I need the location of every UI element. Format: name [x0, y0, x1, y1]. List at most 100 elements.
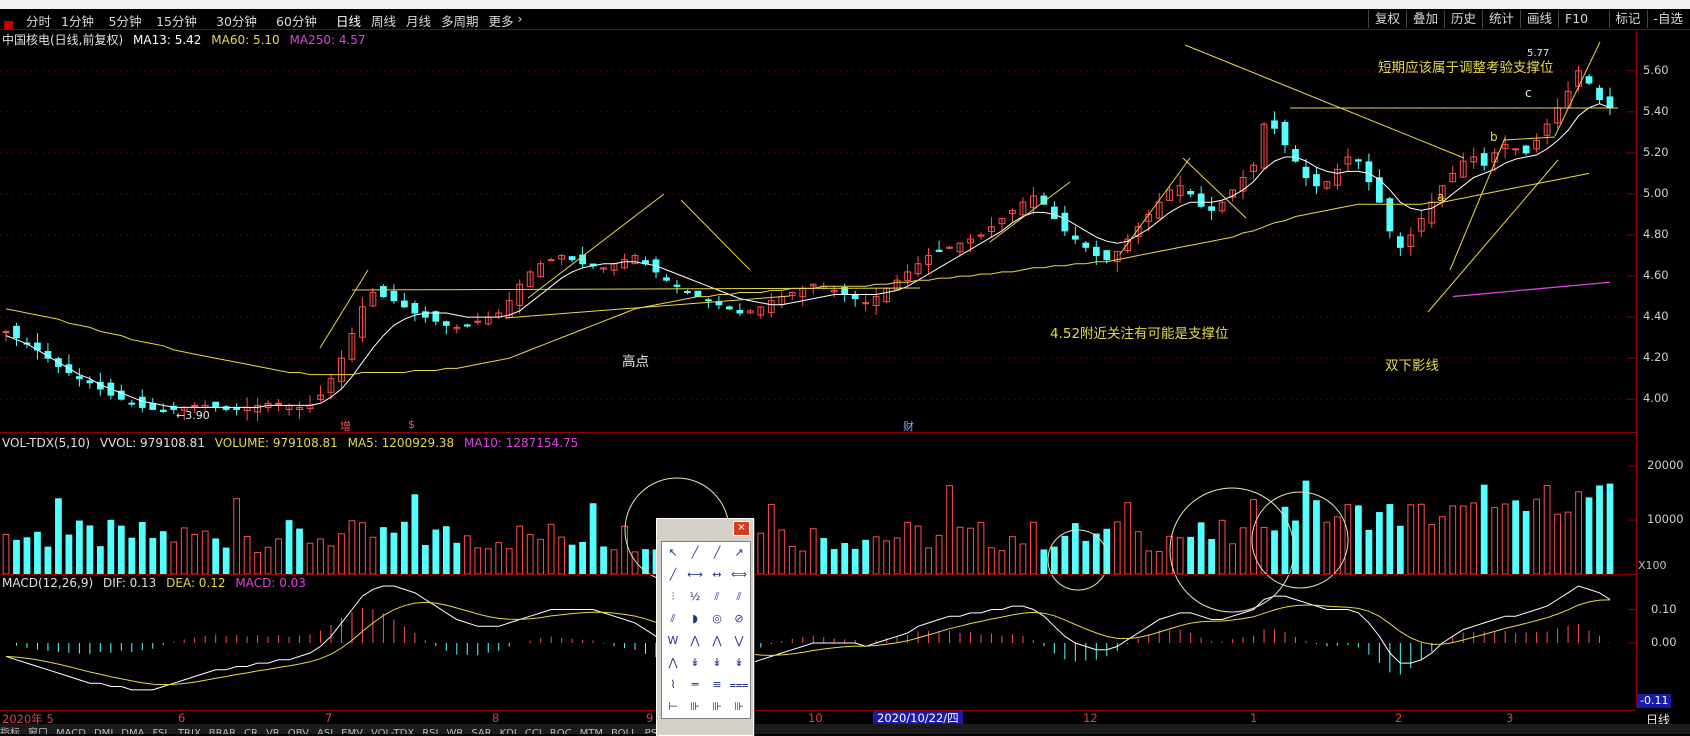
period-tab-0[interactable]: 分时 [26, 11, 51, 30]
ray-icon[interactable]: ╱ [706, 542, 728, 564]
fan-icon[interactable]: ⫽ [662, 608, 684, 630]
candle-body [76, 376, 83, 380]
price-tick-label: 5.00 [1643, 185, 1669, 200]
volume-bar [967, 527, 974, 575]
toolbar-button-3[interactable]: 统计 [1482, 10, 1520, 28]
indicator-tab-15[interactable]: WR [446, 728, 463, 734]
toolbar-button-6[interactable]: 标记 [1608, 10, 1647, 28]
fib-icon[interactable]: ≡ [706, 674, 728, 696]
wave-icon[interactable]: ⋁ [728, 630, 750, 652]
period-icon[interactable]: ⊪ [684, 696, 706, 718]
fan-icon[interactable]: ⫽ [728, 586, 750, 608]
line-icon[interactable]: ╱ [684, 542, 706, 564]
indicator-tab-11[interactable]: ASI [317, 728, 333, 734]
indicator-tab-8[interactable]: CR [244, 728, 258, 734]
period-tab-1[interactable]: 1分钟 [61, 11, 94, 30]
stock-chart[interactable] [0, 30, 1636, 724]
indicator-tab-18[interactable]: CCI [525, 728, 542, 734]
period-tab-7[interactable]: 周线 [371, 11, 396, 30]
period-icon[interactable]: ⊢ [662, 696, 684, 718]
volume-bar [1071, 523, 1079, 575]
indicator-tab-17[interactable]: KDJ [500, 728, 517, 734]
indicator-tab-13[interactable]: VOL-TDX [371, 728, 414, 734]
indicator-tab-21[interactable]: BOLL [611, 728, 637, 734]
panel-toggle-icon[interactable] [4, 21, 13, 30]
volume-bar [117, 525, 125, 575]
indicator-tab-2[interactable]: MACD [56, 728, 86, 734]
gann-icon[interactable]: ↡ [728, 652, 750, 674]
close-icon[interactable]: × [733, 521, 750, 536]
wave-icon[interactable]: ⋀ [684, 630, 706, 652]
event-marker-zeng[interactable]: 增 [340, 418, 351, 434]
date-axis-label: 8 [492, 711, 500, 725]
fan-icon[interactable]: ⫽ [706, 586, 728, 608]
arrow-line-icon[interactable]: ↗ [728, 542, 750, 564]
pointer-icon[interactable]: ↖ [662, 542, 684, 564]
candle-body [1092, 246, 1100, 257]
date-axis-label: 3 [1506, 711, 1514, 725]
palette-title-bar[interactable]: × [657, 519, 753, 536]
volume-bar [400, 521, 408, 575]
event-marker-cai[interactable]: 财 [903, 418, 914, 434]
period-tab-9[interactable]: 多周期 [441, 11, 479, 30]
indicator-tab-19[interactable]: ROC [550, 728, 572, 734]
chevron-right-icon[interactable]: › [518, 11, 523, 26]
period-tab-2[interactable]: 5分钟 [109, 11, 142, 30]
fib-icon[interactable]: ⩶ [728, 674, 750, 696]
period-tab-8[interactable]: 月线 [406, 11, 431, 30]
event-marker-dollar[interactable]: $ [408, 418, 415, 431]
trend-line [319, 269, 369, 349]
volume-bar [1092, 533, 1100, 575]
gann-icon[interactable]: ↡ [706, 652, 728, 674]
arc-icon[interactable]: ◗ [684, 608, 706, 630]
drawing-tool-palette[interactable]: × ↖ ╱ ╱ ↗ ╱ ⟷ ↔ ⟺ ⫶ ½ ⫽ ⫽ ⫽ ◗ ◎ ⊘ W ⋀ ⋀ ⋁ ⋀ ↡ ↡ ↡ ⌇ ═ ≡ ⩶ ⊢ ⊪ ⊪ ⊪ [656, 518, 754, 736]
indicator-tab-1[interactable]: 窗口 [28, 728, 48, 734]
period-tab-5[interactable]: 60分钟 [276, 11, 317, 30]
indicator-tab-0[interactable]: 指标 [0, 728, 20, 734]
ellipse-icon[interactable]: ⊘ [728, 608, 750, 630]
fib-icon[interactable]: ⌇ [662, 674, 684, 696]
toolbar-button-2[interactable]: 历史 [1444, 10, 1482, 28]
toolbar-button-4[interactable]: 画线 [1520, 10, 1558, 28]
period-tab-3[interactable]: 15分钟 [156, 11, 197, 30]
candle-body [411, 303, 419, 314]
indicator-tab-4[interactable]: DMA [121, 728, 144, 734]
channel-icon[interactable]: ⟺ [728, 564, 750, 586]
circle-icon[interactable]: ◎ [706, 608, 728, 630]
volume-tick-label: 20000 [1647, 458, 1684, 473]
gann-icon[interactable]: ↡ [684, 652, 706, 674]
vertical-icon[interactable]: ⫶ [662, 586, 684, 608]
indicator-tab-10[interactable]: OBV [288, 728, 309, 734]
period-tab-4[interactable]: 30分钟 [216, 11, 257, 30]
candle-body [1480, 153, 1488, 166]
fraction-icon[interactable]: ½ [684, 586, 706, 608]
volume-bar [757, 532, 765, 575]
period-tab-10[interactable]: 更多 [489, 11, 514, 30]
indicator-tab-7[interactable]: BRAR [209, 728, 236, 734]
wave-icon[interactable]: ⋀ [662, 652, 684, 674]
indicator-tab-5[interactable]: FSL [152, 728, 170, 734]
toolbar-button-5[interactable]: F10 [1558, 10, 1594, 28]
toolbar-button-1[interactable]: 叠加 [1406, 10, 1444, 28]
volume-bar [1375, 512, 1383, 575]
period-icon[interactable]: ⊪ [706, 696, 728, 718]
indicator-tab-16[interactable]: SAR [471, 728, 491, 734]
wave-icon[interactable]: ⋀ [706, 630, 728, 652]
candle-body [1292, 149, 1299, 162]
indicator-tab-9[interactable]: VR [266, 728, 280, 734]
candle-body [1313, 174, 1320, 187]
toolbar-button-0[interactable]: 复权 [1368, 10, 1406, 28]
indicator-tab-14[interactable]: RSI [422, 728, 438, 734]
toolbar-button-7[interactable]: -自选 [1646, 10, 1690, 28]
parallel-icon[interactable]: ↔ [706, 564, 728, 586]
horizontal-line-icon[interactable]: ⟷ [684, 564, 706, 586]
indicator-tab-12[interactable]: EMV [341, 728, 363, 734]
period-icon[interactable]: ⊪ [728, 696, 750, 718]
wave-icon[interactable]: W [662, 630, 684, 652]
indicator-tab-6[interactable]: TRIX [178, 728, 201, 734]
indicator-tab-3[interactable]: DMI [94, 728, 113, 734]
period-tab-6[interactable]: 日线 [336, 11, 361, 30]
indicator-tab-20[interactable]: MTM [580, 728, 603, 734]
segment-icon[interactable]: ╱ [662, 564, 684, 586]
fib-icon[interactable]: ═ [684, 674, 706, 696]
